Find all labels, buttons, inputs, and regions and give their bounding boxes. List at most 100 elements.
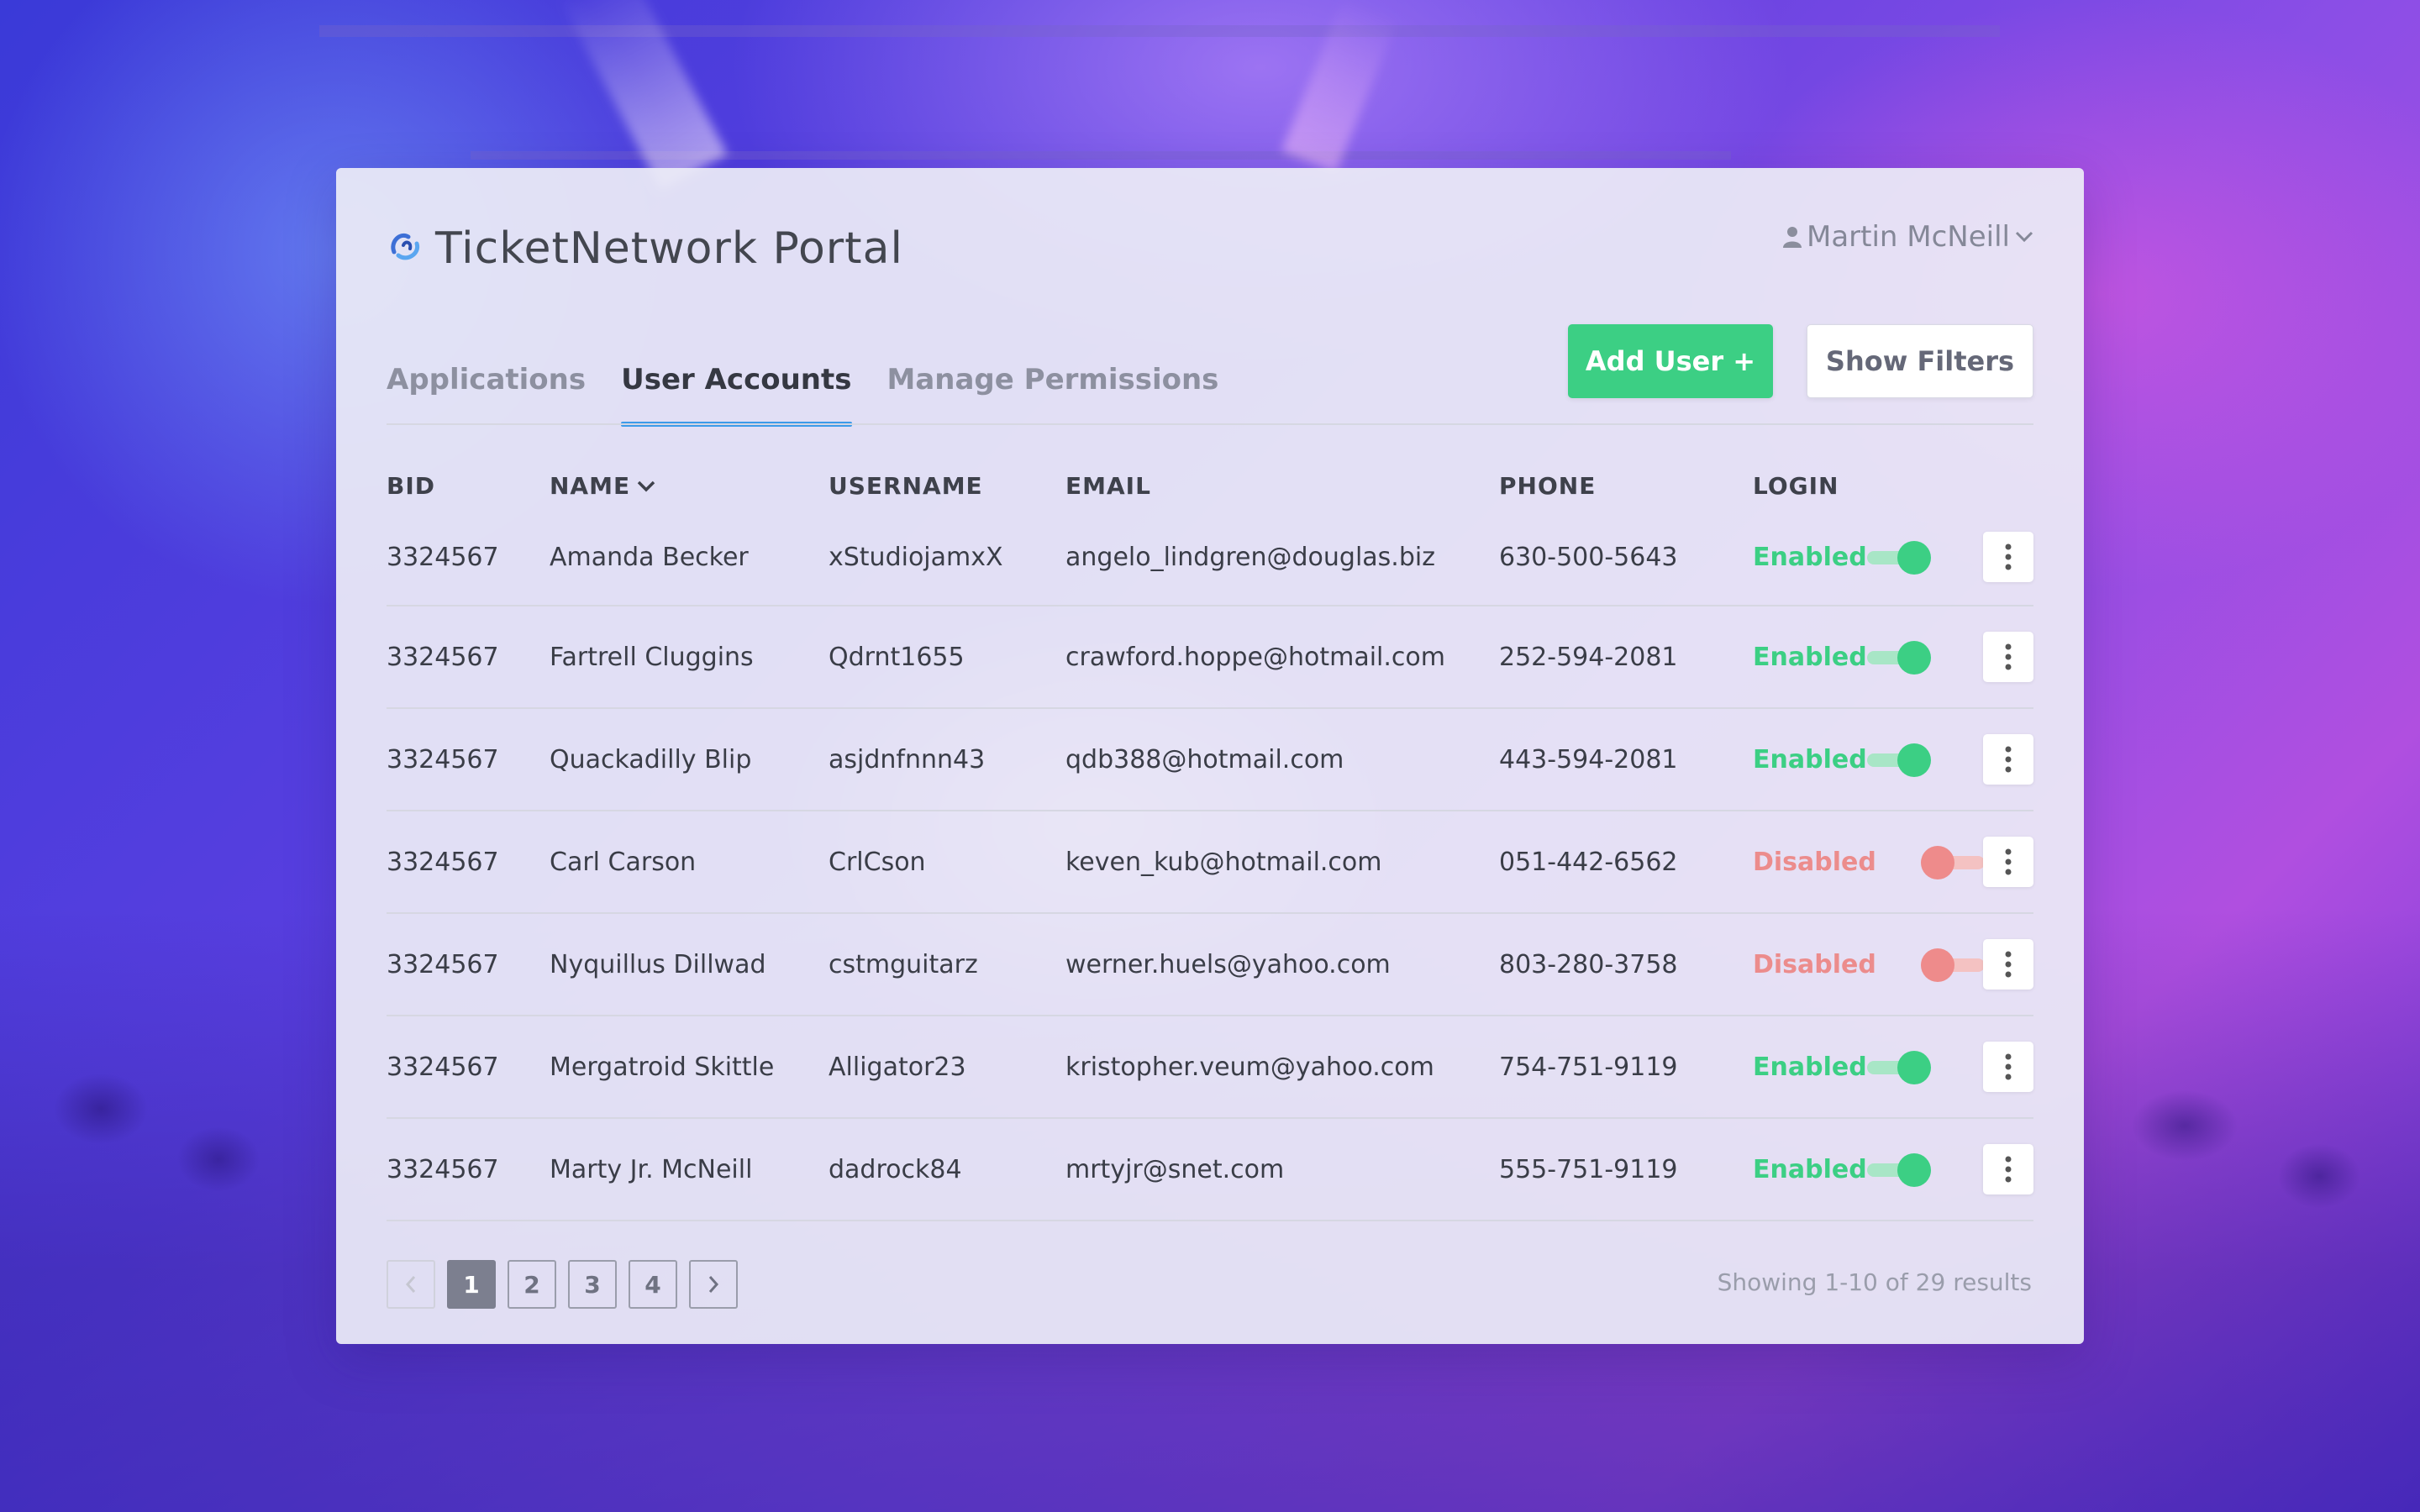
chevron-left-icon [405, 1276, 416, 1293]
table-row[interactable]: 3324567 Marty Jr. McNeill dadrock84 mrty… [387, 1119, 2033, 1221]
tab-user-accounts[interactable]: User Accounts [621, 346, 852, 427]
cell-name: Nyquillus Dillwad [550, 949, 766, 979]
row-actions-button[interactable] [1983, 837, 2033, 887]
cell-username: asjdnfnnn43 [829, 744, 986, 774]
page-button-3[interactable]: 3 [568, 1260, 617, 1309]
tab-manage-permissions[interactable]: Manage Permissions [887, 346, 1219, 425]
row-actions-button[interactable] [1983, 1042, 2033, 1092]
login-status: Disabled [1753, 847, 1876, 877]
cell-username: CrlCson [829, 847, 926, 877]
login-status: Enabled [1753, 642, 1867, 672]
cell-username: xStudiojamxX [829, 542, 1003, 572]
column-header-username[interactable]: USERNAME [829, 472, 983, 500]
add-user-button[interactable]: Add User + [1568, 324, 1773, 398]
person-icon [1782, 227, 1802, 248]
table-row[interactable]: 3324567 Fartrell Cluggins Qdrnt1655 craw… [387, 606, 2033, 709]
row-actions-button[interactable] [1983, 532, 2033, 582]
cell-name: Quackadilly Blip [550, 744, 752, 774]
show-filters-button[interactable]: Show Filters [1807, 324, 2033, 398]
main-panel: TicketNetwork Portal Martin McNeill Appl… [336, 168, 2084, 1344]
login-status: Enabled [1753, 542, 1867, 572]
stage-truss [471, 151, 1731, 160]
cell-email: qdb388@hotmail.com [1065, 744, 1344, 774]
table-row[interactable]: 3324567 Quackadilly Blip asjdnfnnn43 qdb… [387, 709, 2033, 811]
cell-name: Carl Carson [550, 847, 697, 877]
table-row[interactable]: 3324567 Mergatroid Skittle Alligator23 k… [387, 1016, 2033, 1119]
table-row[interactable]: 3324567 Amanda Becker xStudiojamxX angel… [387, 509, 2033, 606]
table-row[interactable]: 3324567 Nyquillus Dillwad cstmguitarz we… [387, 914, 2033, 1016]
cell-username: Qdrnt1655 [829, 642, 965, 672]
vertical-dots-icon [2005, 643, 2012, 670]
row-actions-button[interactable] [1983, 1144, 2033, 1194]
vertical-dots-icon [2005, 746, 2012, 773]
vertical-dots-icon [2005, 543, 2012, 570]
login-toggle[interactable] [1921, 943, 1988, 985]
cell-phone: 803-280-3758 [1499, 949, 1678, 979]
results-summary: Showing 1-10 of 29 results [1717, 1268, 2032, 1296]
cell-name: Marty Jr. McNeill [550, 1154, 753, 1184]
login-status: Enabled [1753, 1154, 1867, 1184]
column-header-email[interactable]: EMAIL [1065, 472, 1151, 500]
header: TicketNetwork Portal Martin McNeill [387, 218, 2033, 286]
table-header: BID NAME USERNAME EMAIL PHONE LOGIN [387, 472, 2033, 509]
cell-bid: 3324567 [387, 1154, 499, 1184]
column-header-bid[interactable]: BID [387, 472, 435, 500]
sort-chevron-down-icon [637, 480, 655, 491]
cell-phone: 051-442-6562 [1499, 847, 1678, 877]
login-status: Enabled [1753, 744, 1867, 774]
cell-username: cstmguitarz [829, 949, 978, 979]
vertical-dots-icon [2005, 848, 2012, 875]
cell-email: mrtyjr@snet.com [1065, 1154, 1285, 1184]
login-toggle[interactable] [1864, 1148, 1931, 1190]
cell-name: Amanda Becker [550, 542, 749, 572]
column-header-phone[interactable]: PHONE [1499, 472, 1596, 500]
login-toggle[interactable] [1864, 536, 1931, 578]
cell-bid: 3324567 [387, 542, 499, 572]
cell-username: dadrock84 [829, 1154, 962, 1184]
login-status: Enabled [1753, 1052, 1867, 1082]
page-button-4[interactable]: 4 [629, 1260, 677, 1309]
page-button-2[interactable]: 2 [508, 1260, 556, 1309]
cell-bid: 3324567 [387, 1052, 499, 1082]
cell-bid: 3324567 [387, 949, 499, 979]
login-toggle[interactable] [1864, 636, 1931, 678]
chevron-right-icon [708, 1276, 719, 1293]
ticketnetwork-logo-icon [391, 234, 420, 260]
cell-email: crawford.hoppe@hotmail.com [1065, 642, 1445, 672]
table-row[interactable]: 3324567 Carl Carson CrlCson keven_kub@ho… [387, 811, 2033, 914]
login-toggle[interactable] [1864, 738, 1931, 780]
cell-email: keven_kub@hotmail.com [1065, 847, 1382, 877]
login-toggle[interactable] [1921, 841, 1988, 883]
cell-email: angelo_lindgren@douglas.biz [1065, 542, 1435, 572]
cell-phone: 754-751-9119 [1499, 1052, 1678, 1082]
prev-page-button[interactable] [387, 1260, 435, 1309]
vertical-dots-icon [2005, 951, 2012, 978]
cell-name: Mergatroid Skittle [550, 1052, 775, 1082]
cell-bid: 3324567 [387, 847, 499, 877]
stage-truss [319, 25, 2000, 37]
user-name: Martin McNeill [1806, 220, 2010, 254]
row-actions-button[interactable] [1983, 632, 2033, 682]
cell-bid: 3324567 [387, 642, 499, 672]
cell-bid: 3324567 [387, 744, 499, 774]
chevron-down-icon [2015, 231, 2033, 243]
login-toggle[interactable] [1864, 1046, 1931, 1088]
page-button-1[interactable]: 1 [447, 1260, 496, 1309]
vertical-dots-icon [2005, 1156, 2012, 1183]
tabs-divider [387, 423, 2033, 425]
cell-phone: 555-751-9119 [1499, 1154, 1678, 1184]
cell-phone: 443-594-2081 [1499, 744, 1678, 774]
tab-bar: Applications User Accounts Manage Permis… [387, 346, 1219, 427]
user-menu[interactable]: Martin McNeill [1782, 218, 2033, 255]
app-title: TicketNetwork Portal [435, 223, 903, 274]
vertical-dots-icon [2005, 1053, 2012, 1080]
user-table-body: 3324567 Amanda Becker xStudiojamxX angel… [387, 509, 2033, 1221]
row-actions-button[interactable] [1983, 939, 2033, 990]
tab-applications[interactable]: Applications [387, 346, 586, 425]
cell-phone: 630-500-5643 [1499, 542, 1678, 572]
next-page-button[interactable] [689, 1260, 738, 1309]
column-header-login[interactable]: LOGIN [1753, 472, 1839, 500]
column-header-name[interactable]: NAME [550, 472, 655, 500]
pagination: 1 2 3 4 [387, 1260, 738, 1309]
row-actions-button[interactable] [1983, 734, 2033, 785]
